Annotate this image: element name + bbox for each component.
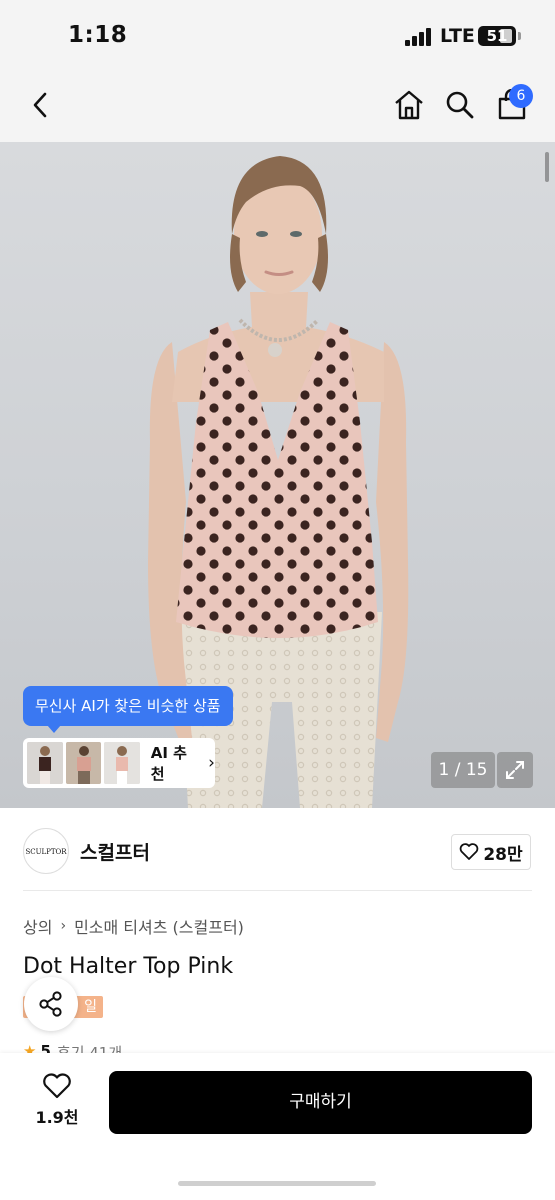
home-icon: [395, 90, 423, 120]
brand-logo-text: SCULPTOR: [25, 848, 67, 856]
search-icon: [446, 91, 474, 119]
breadcrumb-item[interactable]: 민소매 티셔츠 (스컬프터): [74, 914, 244, 938]
similar-item-thumbnail[interactable]: [104, 742, 140, 784]
battery-tip: [518, 32, 521, 40]
product-title: Dot Halter Top Pink: [23, 954, 234, 979]
similar-item-thumbnail[interactable]: [27, 742, 63, 784]
brand-row[interactable]: SCULPTOR 스컬프터 28만: [0, 808, 555, 890]
buy-button[interactable]: 구매하기: [109, 1071, 532, 1134]
thumbnail-photo: [65, 742, 102, 784]
brand-name[interactable]: 스컬프터: [80, 838, 150, 865]
battery-level: 51: [486, 27, 508, 45]
heart-icon: [43, 1073, 71, 1099]
expand-image-button[interactable]: [497, 752, 533, 788]
ai-recommend-strip[interactable]: AI 추천 ›: [23, 738, 215, 788]
signal-icon: [405, 28, 435, 46]
status-bar: 1:18 LTE 51: [0, 0, 555, 70]
cart-count-badge: 6: [509, 84, 533, 108]
ai-recommend-label: AI 추천: [150, 744, 187, 783]
breadcrumb: 상의 › 민소매 티셔츠 (스컬프터): [23, 914, 244, 938]
similar-item-thumbnail[interactable]: [65, 742, 102, 784]
scroll-indicator: [545, 152, 549, 182]
battery-icon: 51: [478, 26, 516, 46]
chevron-right-icon: ›: [60, 918, 67, 934]
home-button[interactable]: [386, 82, 432, 128]
chevron-right-icon: ›: [208, 753, 215, 773]
search-button[interactable]: [437, 82, 483, 128]
divider: [23, 890, 532, 891]
brand-like-button[interactable]: 28만: [451, 834, 531, 870]
wishlist-button[interactable]: 1.9천: [26, 1073, 88, 1133]
breadcrumb-item[interactable]: 상의: [23, 914, 52, 938]
image-page-indicator: 1 / 15: [431, 752, 495, 788]
chevron-left-icon: [33, 92, 47, 118]
back-button[interactable]: [18, 82, 64, 128]
heart-icon: [460, 843, 479, 860]
thumbnail-photo: [104, 742, 140, 784]
status-time: 1:18: [68, 22, 128, 48]
thumbnail-photo: [27, 742, 63, 784]
bottom-action-bar: 1.9천 구매하기: [0, 1053, 555, 1200]
wishlist-count: 1.9천: [35, 1108, 79, 1127]
brand-like-count: 28만: [483, 844, 523, 865]
brand-logo[interactable]: SCULPTOR: [23, 828, 69, 874]
top-nav: [0, 70, 555, 142]
share-icon: [39, 991, 62, 1017]
share-button[interactable]: [24, 977, 78, 1031]
expand-icon: [506, 761, 524, 779]
home-indicator: [178, 1181, 376, 1186]
ai-similar-tooltip[interactable]: 무신사 AI가 찾은 비슷한 상품: [23, 686, 233, 733]
network-type: LTE: [440, 25, 475, 47]
